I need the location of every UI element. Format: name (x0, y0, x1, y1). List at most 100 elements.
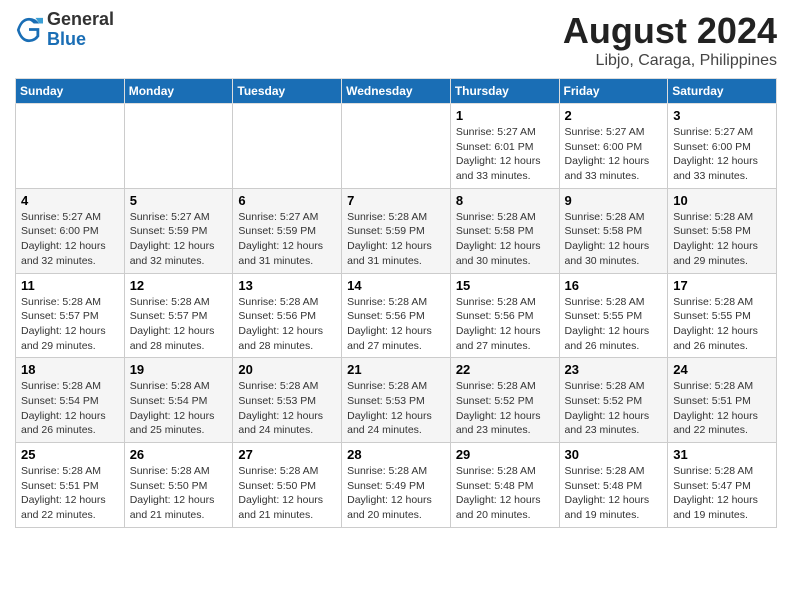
day-info: Sunrise: 5:28 AM Sunset: 5:59 PM Dayligh… (347, 210, 445, 269)
calendar-cell: 12 Sunrise: 5:28 AM Sunset: 5:57 PM Dayli… (124, 273, 233, 358)
day-info: Sunrise: 5:28 AM Sunset: 5:58 PM Dayligh… (673, 210, 771, 269)
calendar-cell: 7 Sunrise: 5:28 AM Sunset: 5:59 PM Daylig… (342, 188, 451, 273)
day-number: 4 (21, 193, 119, 208)
day-number: 28 (347, 447, 445, 462)
day-number: 15 (456, 278, 554, 293)
day-info: Sunrise: 5:28 AM Sunset: 5:54 PM Dayligh… (130, 379, 228, 438)
day-info: Sunrise: 5:28 AM Sunset: 5:48 PM Dayligh… (456, 464, 554, 523)
calendar-cell: 25 Sunrise: 5:28 AM Sunset: 5:51 PM Dayli… (16, 443, 125, 528)
calendar-week-row: 1 Sunrise: 5:27 AM Sunset: 6:01 PM Daylig… (16, 104, 777, 189)
day-info: Sunrise: 5:28 AM Sunset: 5:56 PM Dayligh… (456, 295, 554, 354)
calendar-cell: 10 Sunrise: 5:28 AM Sunset: 5:58 PM Dayli… (668, 188, 777, 273)
calendar-cell (16, 104, 125, 189)
day-info: Sunrise: 5:28 AM Sunset: 5:51 PM Dayligh… (673, 379, 771, 438)
day-info: Sunrise: 5:27 AM Sunset: 5:59 PM Dayligh… (130, 210, 228, 269)
calendar-cell: 26 Sunrise: 5:28 AM Sunset: 5:50 PM Dayli… (124, 443, 233, 528)
day-info: Sunrise: 5:28 AM Sunset: 5:58 PM Dayligh… (456, 210, 554, 269)
day-header: Thursday (450, 79, 559, 104)
calendar-cell: 14 Sunrise: 5:28 AM Sunset: 5:56 PM Dayli… (342, 273, 451, 358)
calendar-week-row: 4 Sunrise: 5:27 AM Sunset: 6:00 PM Daylig… (16, 188, 777, 273)
day-info: Sunrise: 5:28 AM Sunset: 5:49 PM Dayligh… (347, 464, 445, 523)
calendar-cell: 22Sunrise: 5:28 AM Sunset: 5:52 PM Dayli… (450, 358, 559, 443)
calendar-week-row: 11 Sunrise: 5:28 AM Sunset: 5:57 PM Dayli… (16, 273, 777, 358)
day-info: Sunrise: 5:28 AM Sunset: 5:56 PM Dayligh… (347, 295, 445, 354)
day-number: 14 (347, 278, 445, 293)
page-header: General Blue August 2024 Libjo, Caraga, … (15, 10, 777, 70)
calendar-cell: 19 Sunrise: 5:28 AM Sunset: 5:54 PM Dayli… (124, 358, 233, 443)
day-number: 29 (456, 447, 554, 462)
logo-icon (15, 16, 43, 44)
day-number: 13 (238, 278, 336, 293)
day-info: Sunrise: 5:28 AM Sunset: 5:52 PM Dayligh… (565, 379, 663, 438)
day-info: Sunrise: 5:28 AM Sunset: 5:50 PM Dayligh… (130, 464, 228, 523)
day-header: Sunday (16, 79, 125, 104)
calendar-cell: 8 Sunrise: 5:28 AM Sunset: 5:58 PM Daylig… (450, 188, 559, 273)
day-number: 23 (565, 362, 663, 377)
calendar-cell: 11 Sunrise: 5:28 AM Sunset: 5:57 PM Dayli… (16, 273, 125, 358)
day-info: Sunrise: 5:28 AM Sunset: 5:51 PM Dayligh… (21, 464, 119, 523)
calendar-cell: 28 Sunrise: 5:28 AM Sunset: 5:49 PM Dayli… (342, 443, 451, 528)
day-info: Sunrise: 5:28 AM Sunset: 5:50 PM Dayligh… (238, 464, 336, 523)
day-info: Sunrise: 5:28 AM Sunset: 5:56 PM Dayligh… (238, 295, 336, 354)
calendar-cell: 17Sunrise: 5:28 AM Sunset: 5:55 PM Dayli… (668, 273, 777, 358)
day-number: 25 (21, 447, 119, 462)
calendar-cell: 27 Sunrise: 5:28 AM Sunset: 5:50 PM Dayli… (233, 443, 342, 528)
calendar-cell (233, 104, 342, 189)
day-number: 30 (565, 447, 663, 462)
day-info: Sunrise: 5:28 AM Sunset: 5:58 PM Dayligh… (565, 210, 663, 269)
day-info: Sunrise: 5:27 AM Sunset: 6:00 PM Dayligh… (565, 125, 663, 184)
calendar-table: SundayMondayTuesdayWednesdayThursdayFrid… (15, 78, 777, 528)
day-number: 27 (238, 447, 336, 462)
title-block: August 2024 Libjo, Caraga, Philippines (563, 10, 777, 70)
day-number: 9 (565, 193, 663, 208)
logo-text: General Blue (47, 10, 114, 50)
calendar-cell: 1 Sunrise: 5:27 AM Sunset: 6:01 PM Daylig… (450, 104, 559, 189)
calendar-cell: 5 Sunrise: 5:27 AM Sunset: 5:59 PM Daylig… (124, 188, 233, 273)
day-number: 10 (673, 193, 771, 208)
day-info: Sunrise: 5:27 AM Sunset: 5:59 PM Dayligh… (238, 210, 336, 269)
day-number: 18 (21, 362, 119, 377)
day-number: 16 (565, 278, 663, 293)
day-info: Sunrise: 5:28 AM Sunset: 5:57 PM Dayligh… (130, 295, 228, 354)
calendar-cell: 23 Sunrise: 5:28 AM Sunset: 5:52 PM Dayli… (559, 358, 668, 443)
day-info: Sunrise: 5:28 AM Sunset: 5:54 PM Dayligh… (21, 379, 119, 438)
day-number: 7 (347, 193, 445, 208)
day-info: Sunrise: 5:28 AM Sunset: 5:55 PM Dayligh… (673, 295, 771, 354)
calendar-week-row: 25 Sunrise: 5:28 AM Sunset: 5:51 PM Dayli… (16, 443, 777, 528)
calendar-cell: 16 Sunrise: 5:28 AM Sunset: 5:55 PM Dayli… (559, 273, 668, 358)
day-info: Sunrise: 5:27 AM Sunset: 6:01 PM Dayligh… (456, 125, 554, 184)
day-number: 5 (130, 193, 228, 208)
day-header: Monday (124, 79, 233, 104)
calendar-cell: 18 Sunrise: 5:28 AM Sunset: 5:54 PM Dayli… (16, 358, 125, 443)
day-number: 12 (130, 278, 228, 293)
calendar-cell (342, 104, 451, 189)
day-info: Sunrise: 5:28 AM Sunset: 5:53 PM Dayligh… (347, 379, 445, 438)
day-header: Saturday (668, 79, 777, 104)
page-title: August 2024 (563, 10, 777, 52)
day-header: Wednesday (342, 79, 451, 104)
calendar-cell: 21 Sunrise: 5:28 AM Sunset: 5:53 PM Dayli… (342, 358, 451, 443)
day-number: 19 (130, 362, 228, 377)
day-number: 6 (238, 193, 336, 208)
day-info: Sunrise: 5:27 AM Sunset: 6:00 PM Dayligh… (673, 125, 771, 184)
calendar-cell: 13 Sunrise: 5:28 AM Sunset: 5:56 PM Dayli… (233, 273, 342, 358)
calendar-cell: 15 Sunrise: 5:28 AM Sunset: 5:56 PM Dayli… (450, 273, 559, 358)
day-number: 8 (456, 193, 554, 208)
day-info: Sunrise: 5:27 AM Sunset: 6:00 PM Dayligh… (21, 210, 119, 269)
calendar-cell: 20Sunrise: 5:28 AM Sunset: 5:53 PM Dayli… (233, 358, 342, 443)
page-subtitle: Libjo, Caraga, Philippines (563, 52, 777, 70)
day-number: 11 (21, 278, 119, 293)
day-info: Sunrise: 5:28 AM Sunset: 5:57 PM Dayligh… (21, 295, 119, 354)
calendar-cell: 4 Sunrise: 5:27 AM Sunset: 6:00 PM Daylig… (16, 188, 125, 273)
day-number: 2 (565, 108, 663, 123)
day-number: 1 (456, 108, 554, 123)
day-number: 22 (456, 362, 554, 377)
day-number: 3 (673, 108, 771, 123)
day-number: 24 (673, 362, 771, 377)
day-info: Sunrise: 5:28 AM Sunset: 5:48 PM Dayligh… (565, 464, 663, 523)
day-number: 26 (130, 447, 228, 462)
day-number: 21 (347, 362, 445, 377)
day-info: Sunrise: 5:28 AM Sunset: 5:55 PM Dayligh… (565, 295, 663, 354)
calendar-cell: 9 Sunrise: 5:28 AM Sunset: 5:58 PM Daylig… (559, 188, 668, 273)
calendar-cell: 6 Sunrise: 5:27 AM Sunset: 5:59 PM Daylig… (233, 188, 342, 273)
